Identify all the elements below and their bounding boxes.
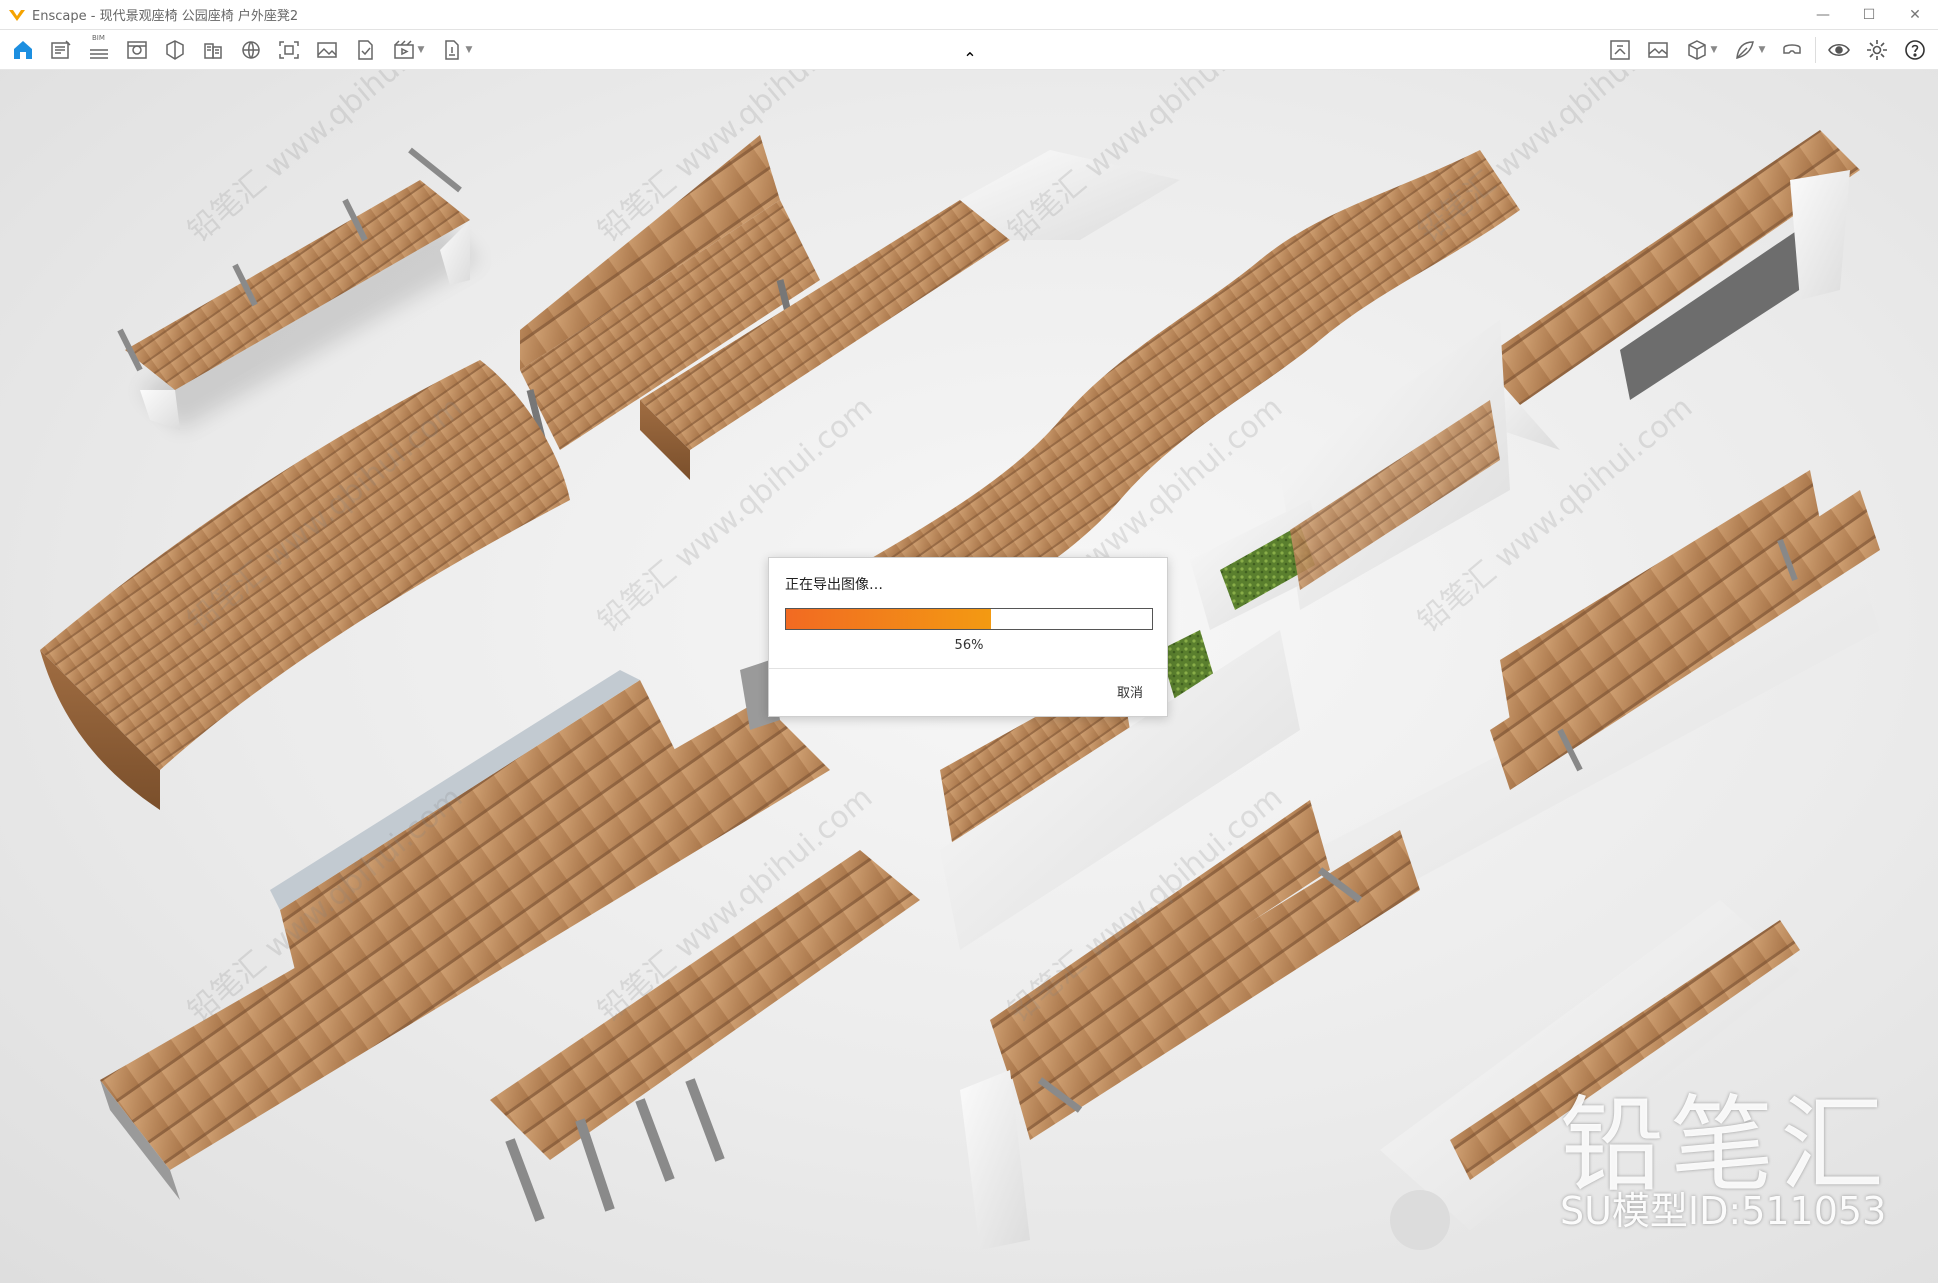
asset-library-icon [166,40,184,60]
settings-icon [1867,40,1887,60]
sync-views-button[interactable] [1601,30,1639,70]
help-button[interactable] [1896,30,1934,70]
watermark-model-id: SU模型ID:511053 [1560,1189,1887,1233]
dialog-title: 正在导出图像… [785,577,883,593]
image-gallery-button[interactable] [308,30,346,70]
toolbar-divider [1815,37,1816,63]
toolbar-right-group: ▼ ▼ [1601,30,1934,70]
dialog-divider [769,668,1167,669]
close-button[interactable]: ✕ [1892,0,1938,30]
site-context-icon [242,41,260,59]
cube-icon [1687,40,1706,60]
chevron-down-icon: ▼ [1710,45,1718,55]
vr-headset-button[interactable] [1773,30,1811,70]
progress-percent: 56% [954,638,984,653]
export-progress-dialog: 正在导出图像… 56% 取消 [768,557,1168,717]
eye-button[interactable] [1820,30,1858,70]
views-button[interactable] [42,30,80,70]
chevron-down-icon: ▼ [417,45,425,55]
bench-long-lowerleft [100,660,830,1200]
enscape-logo-icon [9,9,25,21]
minimize-button[interactable]: — [1800,0,1846,30]
bench-topright [1480,130,1860,450]
panorama-button[interactable] [1639,30,1677,70]
eye-icon [1828,43,1850,57]
window-controls: — ☐ ✕ [1800,0,1938,30]
progress-fill [786,609,991,629]
batch-render-icon [358,40,373,60]
bim-button[interactable]: BIM [80,30,118,70]
visual-settings-button[interactable] [118,30,156,70]
vr-headset-icon [1783,44,1801,54]
cancel-button[interactable]: 取消 [1117,682,1143,701]
image-gallery-icon [317,42,337,58]
home-icon [14,41,32,59]
site-context-button[interactable] [232,30,270,70]
views-icon [51,40,71,59]
export-progress-bar [785,608,1153,630]
export-icon [444,40,459,60]
video-editor-button[interactable]: ▼ [384,30,432,70]
cube-button[interactable]: ▼ [1677,30,1725,70]
panorama-icon [1648,42,1668,58]
capture-screenshot-icon [279,41,299,59]
title-bar: Enscape - 现代景观座椅 公园座椅 户外座凳2 — ☐ ✕ [0,0,1938,30]
bench-curved-lounge [40,360,570,810]
toolbar-left-group: BIM ▼ ▼ [4,30,480,70]
material-editor-icon [204,43,222,59]
help-icon [1905,40,1925,60]
material-editor-button[interactable] [194,30,232,70]
video-editor-icon [393,40,414,59]
sync-views-icon [1610,40,1630,60]
batch-render-button[interactable] [346,30,384,70]
chevron-down-icon: ▼ [1758,45,1766,55]
window-title: Enscape - 现代景观座椅 公园座椅 户外座凳2 [32,9,299,24]
settings-button[interactable] [1858,30,1896,70]
home-button[interactable] [4,30,42,70]
bim-badge: BIM [92,34,105,42]
maximize-button[interactable]: ☐ [1846,0,1892,30]
chevron-down-icon: ▼ [465,45,473,55]
asset-library-button[interactable] [156,30,194,70]
collapse-toolbar-chevron-icon[interactable]: ⌃ [958,49,982,68]
feather-button[interactable]: ▼ [1725,30,1773,70]
export-button[interactable]: ▼ [432,30,480,70]
capture-screenshot-button[interactable] [270,30,308,70]
feather-icon [1735,41,1754,59]
visual-settings-icon [127,41,147,59]
